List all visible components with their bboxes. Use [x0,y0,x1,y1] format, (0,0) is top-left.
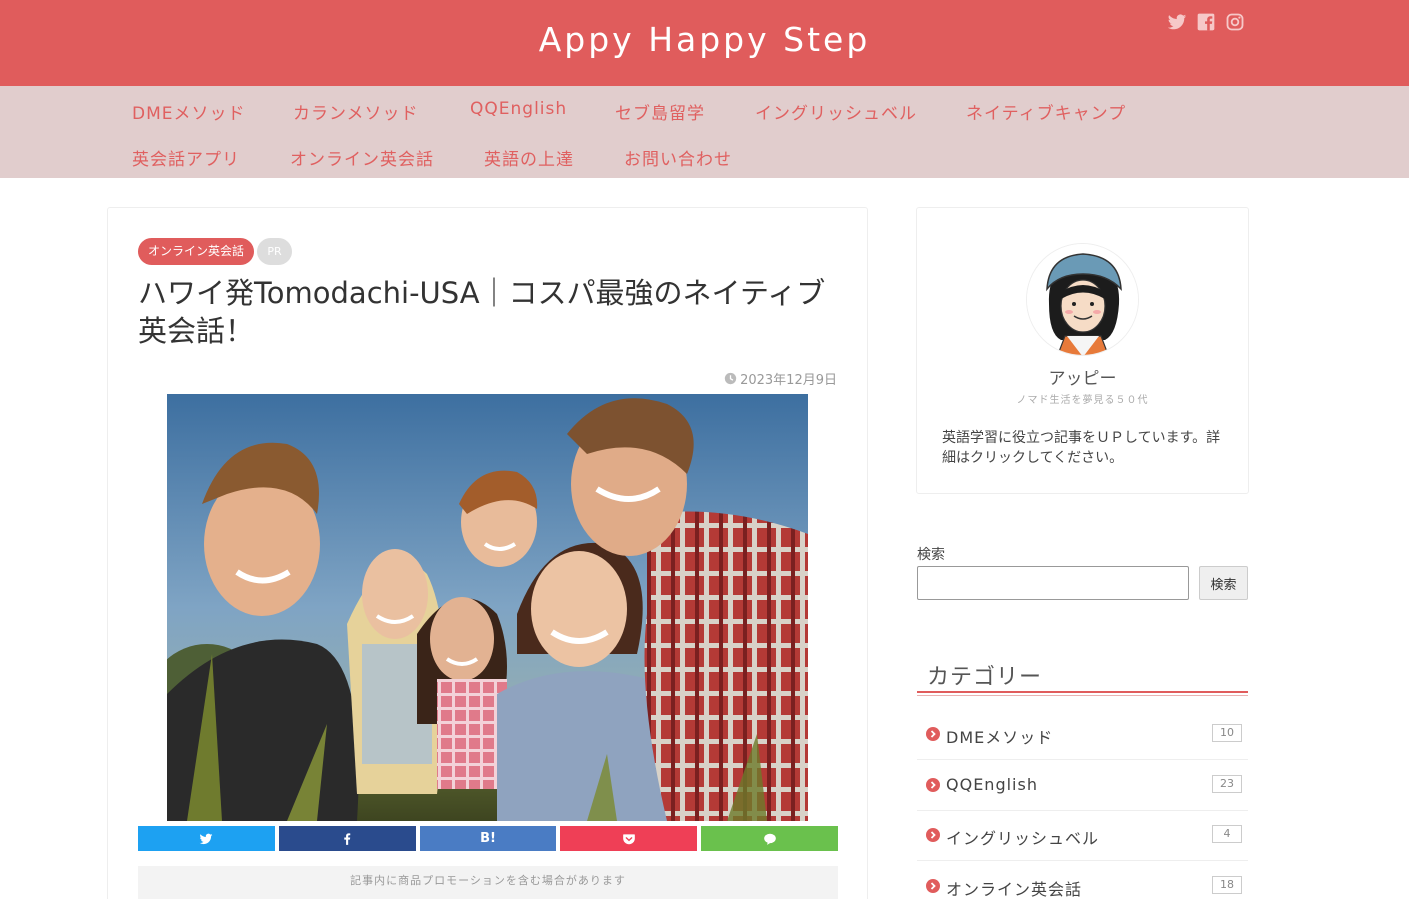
profile-name: アッピー [1048,369,1117,389]
category-label: オンライン英会話 [946,880,1083,899]
chevron-right-icon [926,828,940,842]
date-text: 2023年12月9日 [740,373,837,388]
nav-item-nativecamp[interactable]: ネイティブキャンプ [966,99,1126,124]
main-nav: DMEメソッド カランメソッド QQEnglish セブ島留学 イングリッシュベ… [0,86,1409,178]
post-date: 2023年12月9日 [724,369,837,388]
chevron-right-icon [926,778,940,792]
category-heading: カテゴリー [927,665,1043,690]
share-twitter-button[interactable] [138,826,275,851]
article-title: ハワイ発Tomodachi-USA｜コスパ最強のネイティブ英会話！ [138,276,826,348]
profile-card[interactable]: アッピー ノマド生活を夢見る５０代 英語学習に役立つ記事をＵＰしています。詳細は… [916,207,1249,494]
share-buttons: B! [138,826,838,851]
share-line-button[interactable] [701,826,838,851]
category-label: イングリッシュベル [946,829,1100,848]
heading-divider [917,691,1248,693]
nav-item-online[interactable]: オンライン英会話 [290,145,434,170]
heading-divider-thin [917,695,1248,696]
facebook-icon [344,832,351,845]
nav-item-apps[interactable]: 英会話アプリ [132,145,240,170]
site-header: Appy Happy Step [0,0,1409,86]
category-count: 23 [1212,775,1242,793]
hatena-label: B! [480,831,496,846]
search-button[interactable]: 検索 [1199,566,1248,600]
chevron-right-icon [926,879,940,893]
profile-subtitle: ノマド生活を夢見る５０代 [1016,395,1149,406]
nav-item-englishbell[interactable]: イングリッシュベル [755,99,917,124]
facebook-icon[interactable] [1196,12,1216,32]
nav-item-dme[interactable]: DMEメソッド [132,99,246,124]
category-count: 10 [1212,724,1242,742]
hero-image [167,394,808,821]
pr-badge: PR [257,238,292,265]
social-links [1167,12,1245,32]
article-card: オンライン英会話 PR ハワイ発Tomodachi-USA｜コスパ最強のネイティ… [107,207,868,899]
search-input[interactable] [917,566,1189,600]
line-icon [763,833,776,845]
category-item-qqenglish[interactable]: QQEnglish 23 [917,761,1248,811]
category-count: 4 [1212,825,1242,843]
share-pocket-button[interactable] [560,826,698,851]
nav-item-callan[interactable]: カランメソッド [293,99,419,124]
nav-item-cebu[interactable]: セブ島留学 [615,99,705,124]
twitter-icon [199,833,213,844]
nav-item-qqenglish[interactable]: QQEnglish [470,99,567,119]
instagram-icon[interactable] [1225,12,1245,32]
nav-item-improve[interactable]: 英語の上達 [484,145,574,170]
promo-note: 記事内に商品プロモーションを含む場合があります [138,866,838,899]
avatar[interactable] [1026,243,1139,356]
category-item-englishbell[interactable]: イングリッシュベル 4 [917,811,1248,861]
pocket-icon [622,833,635,844]
clock-icon [724,372,737,385]
share-hatena-button[interactable]: B! [419,826,557,851]
category-item-online[interactable]: オンライン英会話 18 [917,862,1248,899]
profile-description: 英語学習に役立つ記事をＵＰしています。詳細はクリックしてください。 [942,430,1221,466]
category-item-dme[interactable]: DMEメソッド 10 [917,710,1248,760]
share-facebook-button[interactable] [278,826,416,851]
chevron-right-icon [926,727,940,741]
twitter-icon[interactable] [1167,12,1187,32]
category-label: QQEnglish [946,775,1038,794]
category-count: 18 [1212,876,1242,894]
search-label: 検索 [917,547,945,563]
category-badge[interactable]: オンライン英会話 [138,238,255,265]
nav-item-contact[interactable]: お問い合わせ [624,145,732,170]
category-label: DMEメソッド [946,728,1054,747]
